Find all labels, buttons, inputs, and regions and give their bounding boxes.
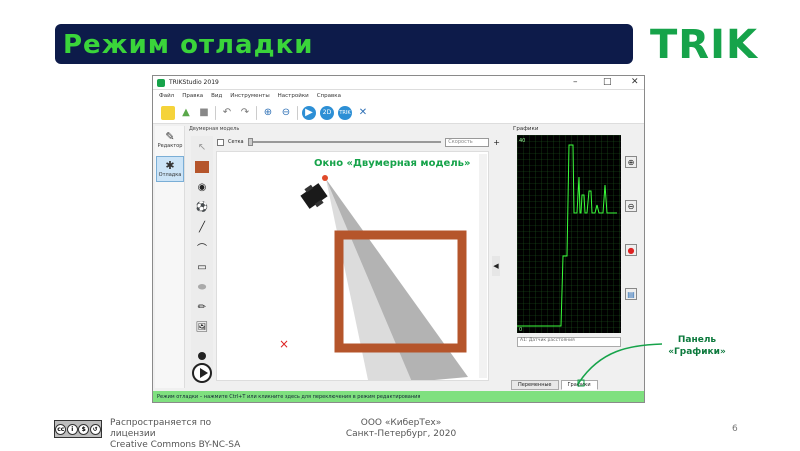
zoom-in-icon[interactable]: ⊕	[261, 106, 275, 120]
zoom-out-icon[interactable]: ⊖	[279, 106, 293, 120]
save-icon[interactable]: ■	[197, 106, 211, 120]
scene-header: Двумерная модель	[189, 126, 240, 132]
mode-debug-label: Отладка	[158, 172, 182, 178]
cursor-icon[interactable]: ↖	[193, 138, 211, 156]
trik-logo: TRIK	[650, 22, 758, 68]
zoom-out-icon[interactable]: ⊖	[625, 200, 637, 212]
distance-sensor	[322, 175, 328, 181]
tools-icon[interactable]: ✕	[356, 106, 370, 120]
pencil-draw-icon[interactable]: ✏	[193, 298, 211, 316]
tool-palette: ↖ ◉ ⚽ ╱ ⌒ ▭ ⬬ ✏ 🖼	[191, 136, 213, 376]
undo-icon[interactable]: ↶	[220, 106, 234, 120]
robot[interactable]	[299, 181, 330, 212]
tab-variables[interactable]: Переменные	[511, 380, 559, 390]
new-project-icon[interactable]	[161, 105, 175, 120]
2d-model-icon[interactable]: 2D	[320, 105, 334, 120]
sensor-select[interactable]: A1: Датчик расстояния	[517, 337, 621, 347]
step-icon[interactable]	[198, 352, 206, 360]
license-line2: лицензии	[110, 429, 156, 439]
close-button[interactable]: ✕	[631, 77, 639, 87]
arc-icon[interactable]: ⌒	[193, 238, 211, 256]
menu-tools[interactable]: Инструменты	[230, 93, 269, 99]
graph-tools: ⊕ ⊖ ● ▤	[625, 156, 639, 332]
menu-bar: Файл Правка Вид Инструменты Настройки Сп…	[153, 90, 644, 102]
bottom-tabs: Переменные Графики	[511, 380, 598, 390]
image-icon[interactable]: 🖼	[193, 318, 211, 336]
graph-canvas: 40 0	[517, 135, 621, 333]
line-icon[interactable]: ╱	[193, 218, 211, 236]
company-city: Санкт-Петербург, 2020	[345, 429, 457, 439]
toolbar-separator	[215, 105, 216, 120]
wheel-icon[interactable]: ◉	[193, 178, 211, 196]
scene-controls: Сетка Скорость +	[217, 136, 500, 148]
stop-record-icon[interactable]: ●	[625, 244, 637, 256]
mode-debug[interactable]: ✱ Отладка	[156, 156, 184, 182]
window-titlebar: TRIKStudio 2019 – □ ✕	[153, 76, 644, 90]
by-icon: i	[66, 423, 78, 435]
collapse-arrow-icon[interactable]: ◀	[492, 256, 500, 276]
toolbar-separator	[256, 105, 257, 120]
start-marker: ×	[279, 337, 289, 351]
menu-help[interactable]: Справка	[317, 93, 341, 99]
sa-icon: ↺	[89, 423, 101, 435]
graphics-callout: Панель «Графики»	[662, 334, 732, 358]
license-line1: Распространяется по	[110, 418, 212, 428]
scene-scrollbar[interactable]	[479, 154, 487, 378]
trik-robot-icon[interactable]: TRIK	[338, 105, 352, 120]
mode-editor-label: Редактор	[157, 143, 183, 149]
license-line3: Creative Commons BY-NC-SA	[110, 440, 241, 450]
page-number: 6	[732, 424, 738, 434]
add-icon[interactable]: +	[493, 138, 500, 147]
grid-size-slider[interactable]	[247, 138, 442, 146]
tab-graphics[interactable]: Графики	[560, 380, 598, 390]
app-icon	[157, 79, 165, 87]
menu-settings[interactable]: Настройки	[278, 93, 309, 99]
callout-line2: «Графики»	[668, 347, 726, 357]
speed-select[interactable]: Скорость	[445, 137, 490, 147]
menu-file[interactable]: Файл	[159, 93, 174, 99]
grid-checkbox[interactable]	[217, 138, 224, 146]
slider-handle[interactable]	[247, 138, 253, 146]
callout-line1: Панель	[677, 335, 717, 345]
scene-caption: Окно «Двумерная модель»	[314, 158, 471, 169]
play-button[interactable]	[192, 363, 212, 383]
company-name: ООО «КиберТех»	[360, 418, 442, 428]
menu-edit[interactable]: Правка	[182, 93, 203, 99]
graphics-header: Графики	[513, 126, 539, 132]
slide-title: Режим отладки	[63, 30, 314, 60]
cc-icon: cc	[55, 423, 67, 435]
pencil-icon: ✎	[165, 130, 175, 143]
slide-title-banner: Режим отладки	[55, 24, 633, 64]
status-bar[interactable]: Режим отладки – нажмите Ctrl+T или кликн…	[153, 391, 644, 402]
zoom-in-icon[interactable]: ⊕	[625, 156, 637, 168]
toolbar-separator	[297, 105, 298, 120]
toolbar: ▲ ■ ↶ ↷ ⊕ ⊖ ▶ 2D TRIK ✕	[153, 102, 644, 124]
bug-icon: ✱	[165, 159, 175, 172]
license-text: Распространяется по лицензии Creative Co…	[110, 418, 270, 451]
window-title: TRIKStudio 2019	[169, 79, 219, 86]
graph-min-label: 0	[519, 327, 522, 333]
mode-panel: ✎ Редактор ✱ Отладка	[155, 126, 185, 388]
mode-editor[interactable]: ✎ Редактор	[156, 128, 184, 154]
open-project-icon[interactable]: ▲	[179, 106, 193, 120]
company-info: ООО «КиберТех» Санкт-Петербург, 2020	[336, 418, 466, 440]
run-icon[interactable]: ▶	[302, 105, 316, 120]
minimize-button[interactable]: –	[573, 77, 578, 87]
graph-plot: 40 0	[517, 135, 621, 333]
cc-license-badge: cc i $ ↺	[54, 420, 102, 438]
grid-label: Сетка	[228, 139, 244, 145]
ellipse-icon[interactable]: ⬬	[193, 278, 211, 296]
nc-icon: $	[78, 423, 90, 435]
app-window: TRIKStudio 2019 – □ ✕ Файл Правка Вид Ин…	[152, 75, 645, 403]
maximize-button[interactable]: □	[603, 77, 612, 87]
wall-icon[interactable]	[193, 158, 211, 176]
redo-icon[interactable]: ↷	[238, 106, 252, 120]
menu-view[interactable]: Вид	[211, 93, 222, 99]
2d-scene[interactable]: × Окно «Двумерная модель»	[216, 151, 489, 381]
ball-icon[interactable]: ⚽	[193, 198, 211, 216]
graph-max-label: 40	[519, 138, 525, 144]
export-icon[interactable]: ▤	[625, 288, 637, 300]
scene-canvas: ×	[279, 175, 468, 380]
rectangle-icon[interactable]: ▭	[193, 258, 211, 276]
